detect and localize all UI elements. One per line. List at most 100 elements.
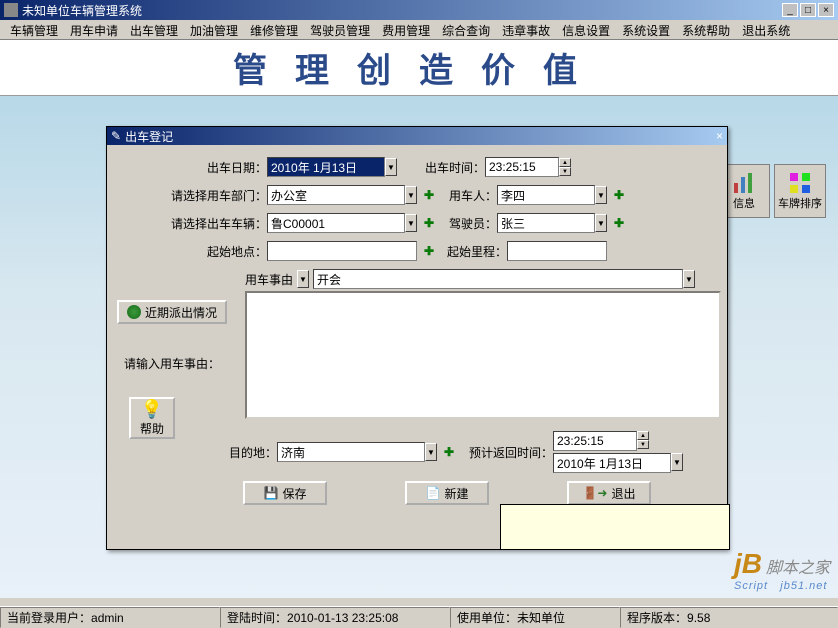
status-user-value: admin: [91, 611, 124, 625]
vehicle-dropdown-icon[interactable]: ▼: [405, 214, 417, 232]
reason-preset-field[interactable]: 开会: [313, 269, 683, 289]
menu-query[interactable]: 综合查询: [436, 20, 496, 39]
dest-label: 目的地：: [117, 444, 277, 461]
status-login-value: 2010-01-13 23:25:08: [287, 611, 398, 625]
reason-input-label: 请输入用车事由：: [117, 355, 227, 372]
user-dropdown-icon[interactable]: ▼: [595, 186, 607, 204]
menu-info-setting[interactable]: 信息设置: [556, 20, 616, 39]
driver-dropdown-icon[interactable]: ▼: [595, 214, 607, 232]
status-user-label: 当前登录用户：: [7, 609, 91, 626]
exit-button[interactable]: 🚪➜ 退出: [567, 481, 651, 505]
time-field[interactable]: 23:25:15: [485, 157, 559, 177]
status-login-label: 登陆时间：: [227, 609, 287, 626]
dest-dropdown-icon[interactable]: ▼: [425, 443, 437, 461]
dispatch-dialog: ✎ 出车登记 × 出车日期： 2010年 1月13日 ▼ 出车时间： 23:25…: [106, 126, 728, 550]
status-bar: 当前登录用户： admin 登陆时间： 2010-01-13 23:25:08 …: [0, 606, 838, 628]
pencil-icon: ✎: [111, 129, 121, 143]
globe-icon: [127, 305, 141, 319]
menu-dispatch[interactable]: 出车管理: [124, 20, 184, 39]
driver-add-icon[interactable]: ✚: [611, 215, 627, 231]
dialog-close-button[interactable]: ×: [716, 129, 723, 143]
new-icon: 📄: [426, 486, 441, 500]
return-time-spinner[interactable]: ▲▼: [637, 431, 649, 451]
status-user: 当前登录用户： admin: [0, 607, 220, 628]
return-date-field[interactable]: 2010年 1月13日: [553, 453, 671, 473]
menu-bar: 车辆管理 用车申请 出车管理 加油管理 维修管理 驾驶员管理 费用管理 综合查询…: [0, 20, 838, 40]
save-button[interactable]: 💾 保存: [243, 481, 327, 505]
exit-icon: 🚪➜: [582, 486, 607, 500]
toolbar: 信息 车牌排序: [718, 164, 826, 218]
dest-add-icon[interactable]: ✚: [441, 444, 457, 460]
menu-vehicle-mgmt[interactable]: 车辆管理: [4, 20, 64, 39]
status-version-label: 程序版本：: [627, 609, 687, 626]
start-loc-add-icon[interactable]: ✚: [421, 243, 437, 259]
return-date-dropdown-icon[interactable]: ▼: [671, 453, 683, 471]
driver-label: 驾驶员：: [437, 215, 497, 232]
time-spinner[interactable]: ▲▼: [559, 158, 571, 176]
date-label: 出车日期：: [117, 159, 267, 176]
close-button[interactable]: ×: [818, 3, 834, 17]
reason-header-dropdown-icon[interactable]: ▼: [297, 270, 309, 288]
watermark-logo: jB: [734, 548, 762, 579]
dest-field[interactable]: 济南: [277, 442, 425, 462]
chart-icon: [732, 171, 756, 195]
new-button[interactable]: 📄 新建: [405, 481, 489, 505]
start-mile-field[interactable]: [507, 241, 607, 261]
dept-dropdown-icon[interactable]: ▼: [405, 186, 417, 204]
menu-driver[interactable]: 驾驶员管理: [304, 20, 376, 39]
toolbar-sort-button[interactable]: 车牌排序: [774, 164, 826, 218]
date-field[interactable]: 2010年 1月13日: [267, 157, 385, 177]
sort-icon: [788, 171, 812, 195]
return-time-field[interactable]: 23:25:15: [553, 431, 637, 451]
reason-textarea[interactable]: [245, 291, 721, 419]
new-label: 新建: [444, 485, 468, 502]
user-add-icon[interactable]: ✚: [611, 187, 627, 203]
reason-header-label: 用车事由: [245, 271, 293, 288]
status-version: 程序版本： 9.58: [620, 607, 838, 628]
reason-preset-dropdown-icon[interactable]: ▼: [683, 270, 695, 288]
watermark-url: jb51.net: [780, 580, 827, 592]
menu-system-setting[interactable]: 系统设置: [616, 20, 676, 39]
watermark: jB 脚本之家 Script jb51.net: [734, 548, 830, 592]
banner-text: 管理创造价值: [233, 43, 605, 92]
menu-maintenance[interactable]: 维修管理: [244, 20, 304, 39]
date-dropdown-icon[interactable]: ▼: [385, 158, 397, 176]
return-time-label: 预计返回时间：: [457, 444, 553, 461]
start-mile-label: 起始里程：: [437, 243, 507, 260]
time-label: 出车时间：: [415, 159, 485, 176]
user-label: 用车人：: [437, 187, 497, 204]
menu-exit[interactable]: 退出系统: [736, 20, 796, 39]
watermark-script: Script: [734, 580, 768, 592]
user-field[interactable]: 李四: [497, 185, 595, 205]
vehicle-add-icon[interactable]: ✚: [421, 215, 437, 231]
help-label: 帮助: [140, 420, 164, 437]
help-button[interactable]: 💡 帮助: [129, 397, 175, 439]
recent-dispatch-button[interactable]: 近期派出情况: [117, 300, 227, 324]
minimize-button[interactable]: _: [782, 3, 798, 17]
menu-fuel[interactable]: 加油管理: [184, 20, 244, 39]
exit-label: 退出: [611, 485, 635, 502]
main-area: 信息 车牌排序 ✎ 出车登记 × 出车日期： 2010年 1月13日 ▼ 出车时…: [0, 96, 838, 598]
watermark-brand: 脚本之家: [766, 560, 830, 577]
menu-violation[interactable]: 违章事故: [496, 20, 556, 39]
toolbar-info-label: 信息: [733, 195, 755, 211]
maximize-button[interactable]: □: [800, 3, 816, 17]
bulb-icon: 💡: [141, 399, 163, 420]
start-loc-field[interactable]: [267, 241, 417, 261]
dept-add-icon[interactable]: ✚: [421, 187, 437, 203]
vehicle-label: 请选择出车车辆：: [117, 215, 267, 232]
window-title: 未知单位车辆管理系统: [22, 2, 142, 19]
banner: 管理创造价值: [0, 40, 838, 96]
driver-field[interactable]: 张三: [497, 213, 595, 233]
menu-expense[interactable]: 费用管理: [376, 20, 436, 39]
toolbar-sort-label: 车牌排序: [778, 195, 822, 211]
save-label: 保存: [282, 485, 306, 502]
dept-field[interactable]: 办公室: [267, 185, 405, 205]
dept-label: 请选择用车部门：: [117, 187, 267, 204]
menu-help[interactable]: 系统帮助: [676, 20, 736, 39]
start-loc-label: 起始地点：: [117, 243, 267, 260]
vehicle-field[interactable]: 鲁C00001: [267, 213, 405, 233]
menu-car-request[interactable]: 用车申请: [64, 20, 124, 39]
dialog-title-bar: ✎ 出车登记 ×: [107, 127, 727, 145]
status-login-time: 登陆时间： 2010-01-13 23:25:08: [220, 607, 450, 628]
